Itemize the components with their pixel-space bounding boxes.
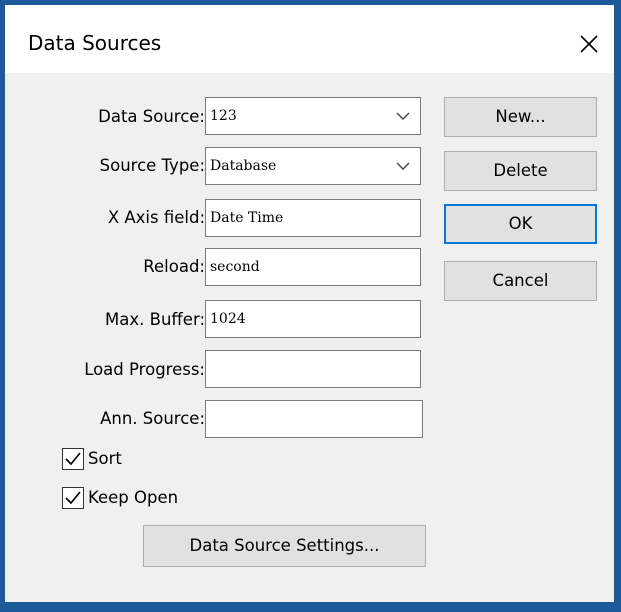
close-button[interactable] (574, 29, 604, 59)
dialog-window: Data Sources Data Source: 123 Source Typ… (5, 5, 614, 602)
cancel-button[interactable]: Cancel (444, 261, 597, 301)
reload-input[interactable]: second (205, 248, 421, 286)
source-type-label: Source Type: (99, 156, 205, 175)
max-buffer-input[interactable]: 1024 (205, 300, 421, 338)
chevron-down-icon (396, 112, 410, 120)
ok-button[interactable]: OK (444, 204, 597, 244)
sort-checkbox-label: Sort (88, 449, 122, 468)
x-axis-field-input[interactable]: Date Time (205, 199, 421, 237)
chevron-down-icon (396, 162, 410, 170)
data-source-settings-button[interactable]: Data Source Settings... (143, 525, 426, 567)
keep-open-checkbox-label: Keep Open (88, 488, 179, 507)
ann-source-input[interactable] (205, 400, 423, 438)
keep-open-checkbox-box[interactable] (62, 487, 84, 509)
sort-checkbox[interactable]: Sort (62, 448, 152, 472)
ann-source-label: Ann. Source: (100, 409, 205, 428)
checkmark-icon (65, 491, 81, 505)
checkmark-icon (65, 452, 81, 466)
keep-open-checkbox[interactable]: Keep Open (62, 487, 192, 511)
data-source-value: 123 (210, 108, 237, 124)
load-progress-input[interactable] (205, 350, 421, 388)
delete-button[interactable]: Delete (444, 151, 597, 191)
window-frame: Data Sources Data Source: 123 Source Typ… (0, 0, 621, 612)
title-bar[interactable]: Data Sources (5, 5, 614, 73)
reload-label: Reload: (143, 257, 205, 276)
x-axis-field-label: X Axis field: (107, 208, 205, 227)
source-type-select[interactable]: Database (205, 147, 421, 185)
source-type-value: Database (210, 158, 277, 174)
max-buffer-label: Max. Buffer: (105, 310, 205, 329)
data-source-label: Data Source: (98, 107, 205, 126)
new-button[interactable]: New... (444, 97, 597, 137)
load-progress-label: Load Progress: (84, 360, 205, 379)
data-source-select[interactable]: 123 (205, 97, 421, 135)
close-icon (580, 35, 598, 53)
sort-checkbox-box[interactable] (62, 448, 84, 470)
window-title: Data Sources (28, 31, 162, 55)
